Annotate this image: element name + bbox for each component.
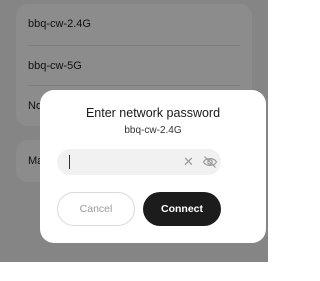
dialog-ssid: bbq-cw-2.4G [124, 125, 182, 136]
text-caret [69, 155, 70, 169]
clear-icon[interactable]: ✕ [183, 154, 194, 170]
eye-off-icon[interactable] [202, 155, 218, 169]
connect-button[interactable]: Connect [143, 192, 221, 226]
cancel-button[interactable]: Cancel [57, 192, 135, 226]
password-dialog: Enter network password bbq-cw-2.4G ✕ Can… [40, 90, 266, 243]
password-input[interactable]: ✕ [57, 149, 221, 175]
dialog-title: Enter network password [85, 106, 221, 120]
bottom-area [0, 262, 268, 281]
dialog-content: Enter network password bbq-cw-2.4G ✕ Can… [53, 90, 253, 243]
